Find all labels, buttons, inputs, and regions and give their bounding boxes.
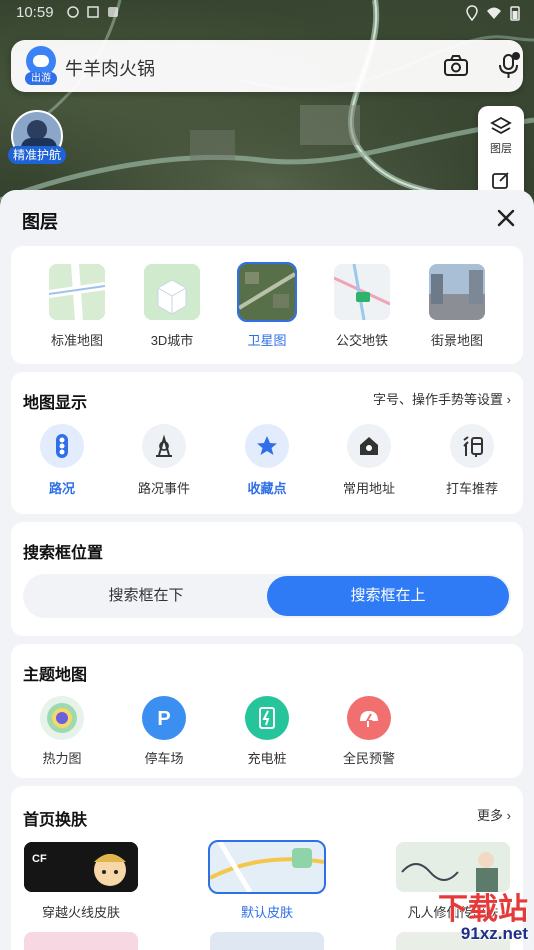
theme-map-title: 主题地图 [23,667,88,684]
satellite-thumb [237,262,297,322]
sheet-title: 图层 [22,212,58,232]
travel-avatar-icon[interactable]: 出游 [25,46,57,86]
search-top-option[interactable]: 搜索框在上 [267,576,509,616]
svg-text:P: P [157,708,170,730]
layers-card: 标准地图 3D城市 卫星图 公交地铁 街景地图 [11,246,523,364]
theme-map-card: 主题地图 热力图 P 停车场 充电桩 全民预警 [11,644,523,778]
search-position-toggle: 搜索框在下 搜索框在上 [23,574,511,618]
layer-3d-city[interactable]: 3D城市 [132,264,212,349]
search-position-title: 搜索框位置 [23,545,104,562]
layer-satellite[interactable]: 卫星图 [227,262,307,349]
search-bar[interactable]: 出游 牛羊肉火锅 [11,40,523,92]
alert-icon [347,696,391,740]
theme-alert[interactable]: 全民预警 [329,696,409,767]
display-taxi[interactable]: 打车推荐 [432,424,512,497]
chevron-right-icon: › [506,392,511,407]
traffic-event-icon [142,424,186,468]
watermark-url: 91xz.net [460,924,528,943]
layer-transit[interactable]: 公交地铁 [322,264,402,349]
skin-title: 首页换肤 [23,812,88,829]
theme-heatmap[interactable]: 热力图 [22,696,102,767]
heatmap-icon [40,696,84,740]
skin-more-link[interactable]: 更多 › [477,805,511,824]
skin-thumb-partial[interactable] [210,932,324,950]
street-view-thumb [429,264,485,320]
status-time: 10:59 [16,4,54,21]
parking-icon: P [142,696,186,740]
theme-parking[interactable]: P 停车场 [124,696,204,767]
navigation-guard-button[interactable]: 精准护航 [8,110,66,168]
skin-crossfire[interactable]: CF 穿越火线皮肤 [16,842,146,921]
guard-label: 精准护航 [8,146,66,164]
layers-label: 图层 [490,143,512,155]
charging-icon [245,696,289,740]
display-traffic[interactable]: 路况 [22,424,102,497]
location-icon [466,5,478,21]
display-settings-link[interactable]: 字号、操作手势等设置 › [373,389,511,408]
display-favorites[interactable]: 收藏点 [227,424,307,497]
taxi-icon [450,424,494,468]
3d-city-thumb [144,264,200,320]
edit-icon[interactable] [491,170,511,190]
site-watermark: 下载站 91xz.net [410,884,534,950]
wifi-icon [487,7,501,19]
camera-icon[interactable] [443,54,469,78]
standard-map-thumb [49,264,105,320]
search-input[interactable]: 牛羊肉火锅 [65,55,155,81]
traffic-light-icon [40,424,84,468]
skin-thumb-partial[interactable] [24,932,138,950]
svg-text:CF: CF [32,853,47,865]
star-icon [245,424,289,468]
transit-thumb [334,264,390,320]
close-icon[interactable] [494,206,518,230]
search-bottom-option[interactable]: 搜索框在下 [25,576,267,616]
skin-default[interactable]: 默认皮肤 [202,840,332,921]
default-skin-thumb [208,840,326,894]
home-icon [347,424,391,468]
display-common-address[interactable]: 常用地址 [329,424,409,497]
notification-icon [66,5,80,19]
layers-icon[interactable] [490,116,512,138]
map-display-card: 地图显示 字号、操作手势等设置 › 路况 路况事件 收藏点 常用地址 打车推荐 [11,372,523,514]
map-display-title: 地图显示 [23,395,88,412]
microphone-icon[interactable] [497,52,521,80]
crossfire-skin-thumb: CF [24,842,138,892]
layer-street-view[interactable]: 街景地图 [417,264,497,349]
battery-icon [510,6,520,21]
theme-charging[interactable]: 充电桩 [227,696,307,767]
display-traffic-event[interactable]: 路况事件 [124,424,204,497]
chevron-right-icon: › [506,808,511,823]
notification-icon [106,5,120,19]
watermark-text: 下载站 [438,892,528,927]
layers-sheet: 图层 标准地图 3D城市 卫星图 公交地铁 街景地图 地图显示 字号、操作手势等… [0,190,534,950]
notification-icon [86,5,100,19]
search-position-card: 搜索框位置 搜索框在下 搜索框在上 [11,522,523,636]
travel-tag: 出游 [25,72,57,85]
status-bar: 10:59 [0,0,534,28]
layer-standard[interactable]: 标准地图 [37,264,117,349]
